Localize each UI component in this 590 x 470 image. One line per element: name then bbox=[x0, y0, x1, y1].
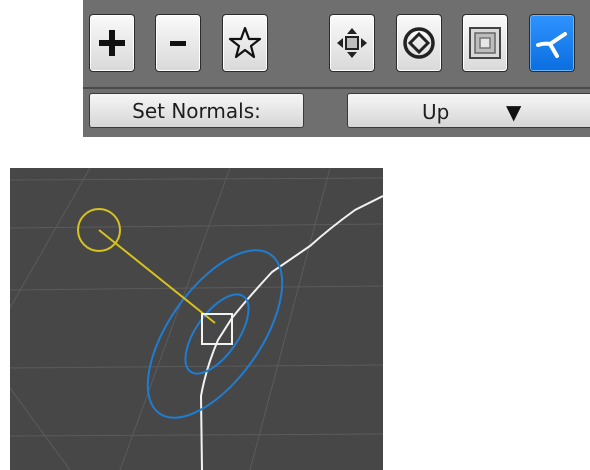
star-button[interactable] bbox=[222, 14, 268, 72]
add-point-button[interactable] bbox=[89, 14, 135, 72]
rotation-gizmo[interactable] bbox=[122, 228, 309, 440]
dropdown-arrow-icon: ▼ bbox=[506, 100, 522, 124]
normal-handle-line bbox=[98, 229, 216, 324]
remove-point-button[interactable] bbox=[155, 14, 201, 72]
scale-icon bbox=[469, 27, 501, 59]
selected-control-point[interactable] bbox=[201, 313, 233, 345]
rotate-tool-button[interactable] bbox=[396, 14, 442, 72]
curve-toolbar: Set Normals: Up ▼ bbox=[83, 0, 590, 137]
normal-direction-dropdown[interactable]: Up ▼ bbox=[347, 93, 590, 128]
normals-selector-row: Set Normals: Up ▼ bbox=[83, 89, 590, 137]
dropdown-value: Up bbox=[422, 100, 450, 124]
normal-direction-icon bbox=[536, 32, 567, 58]
rotate-icon bbox=[403, 27, 435, 59]
minus-icon bbox=[170, 41, 186, 46]
tool-buttons-row bbox=[83, 0, 590, 87]
move-tool-button[interactable] bbox=[329, 14, 375, 72]
curve-path[interactable] bbox=[199, 195, 383, 470]
viewport-canvas bbox=[10, 168, 383, 470]
floor-grid bbox=[10, 168, 383, 470]
star-icon bbox=[228, 26, 262, 59]
set-normals-tool-button[interactable] bbox=[529, 14, 575, 72]
set-normals-label: Set Normals: bbox=[89, 93, 304, 128]
3d-viewport[interactable] bbox=[10, 168, 383, 470]
scale-tool-button[interactable] bbox=[462, 14, 508, 72]
plus-icon bbox=[99, 30, 125, 56]
move-arrows-icon bbox=[337, 28, 367, 58]
